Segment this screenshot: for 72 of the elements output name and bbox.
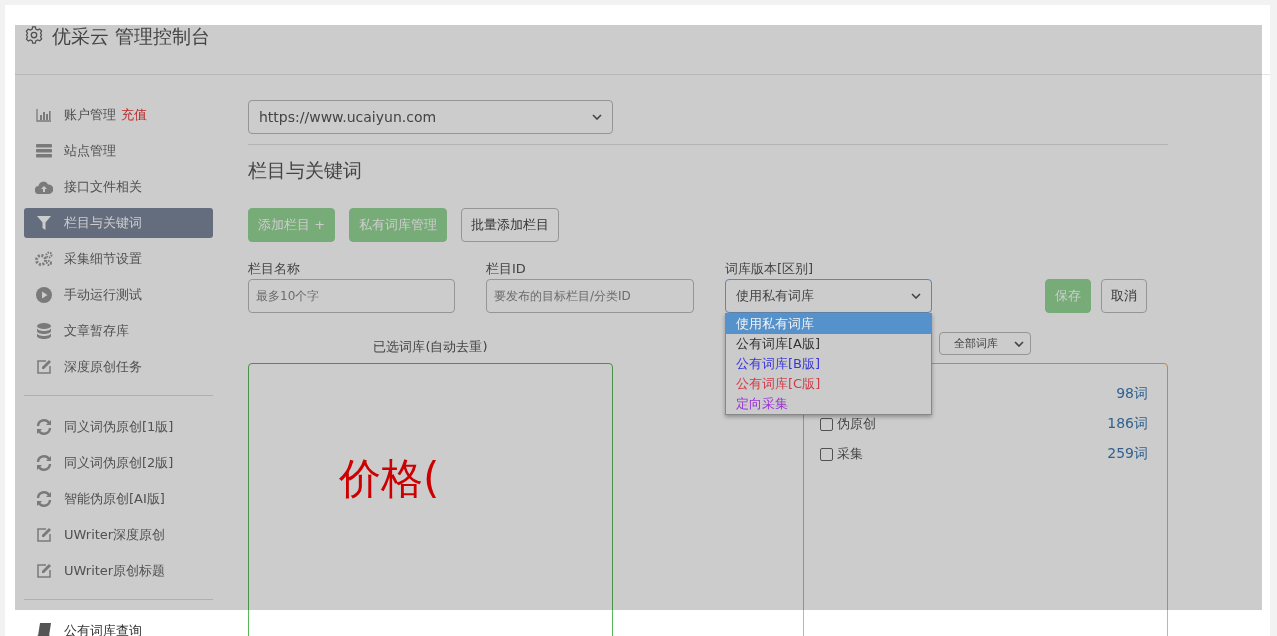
panel-title: 已选词库(自动去重) [372,338,489,356]
sidebar-item-label[interactable]: UWriter原创标题 [64,562,166,580]
library-name: 采集 [837,445,863,463]
sidebar-item[interactable]: 文章暂存库 [24,316,213,346]
sidebar-item-label[interactable]: 同义词伪原创[1版] [64,418,174,436]
edit-icon [36,527,52,543]
bar-chart-icon [36,108,52,122]
sidebar-item[interactable]: 栏目与关键词 [24,208,213,238]
refresh-icon [36,455,52,471]
sidebar-item[interactable]: 采集细节设置 [24,244,213,274]
word-count: 186词 [1107,415,1148,433]
checkbox[interactable] [820,447,833,461]
action-button[interactable]: 批量添加栏目 [461,208,560,242]
dropdown-option[interactable]: 公有词库[B版] [726,354,931,374]
sidebar-item[interactable]: 站点管理 [24,136,213,166]
word-count: 259词 [1107,445,1148,463]
sidebar-item-label[interactable]: 手动运行测试 [64,286,142,304]
text-input[interactable]: 最多10个字 [248,279,455,313]
field-label: 词库版本[区别] [725,260,815,278]
dropdown-option[interactable]: 定向采集 [726,394,931,414]
sidebar-item-label[interactable]: 公有词库查询 [64,622,142,636]
field-label: 栏目名称 [248,260,301,278]
sidebar-item[interactable]: UWriter原创标题 [24,556,213,586]
cloud-upload-icon [35,180,53,194]
database-icon [37,323,51,339]
dropdown-option[interactable]: 公有词库[A版] [726,334,931,354]
sidebar-item-label[interactable]: 智能伪原创[AI版] [64,490,165,508]
sidebar-item-label[interactable]: 接口文件相关 [64,178,142,196]
sidebar-item[interactable]: 接口文件相关 [24,172,213,202]
text-input[interactable]: 要发布的目标栏目/分类ID [486,279,694,313]
sidebar-item-label[interactable]: 采集细节设置 [64,250,142,268]
sidebar-item[interactable]: UWriter深度原创 [24,520,213,550]
sidebar-item[interactable]: 同义词伪原创[2版] [24,448,213,478]
word-count: 98词 [1116,385,1148,403]
refresh-icon [36,419,52,435]
edit-icon [36,563,52,579]
sidebar-item-label[interactable]: 同义词伪原创[2版] [64,454,174,472]
sidebar-item-label[interactable]: 站点管理 [64,142,116,160]
sidebar-item-label[interactable]: 栏目与关键词 [64,214,142,232]
field-label: 栏目ID [486,260,527,278]
sidebar-item[interactable]: 公有词库查询 [24,616,213,636]
play-icon [36,287,52,303]
library-name: 伪原创 [837,415,876,433]
sidebar-item[interactable]: 深度原创任务 [24,352,213,382]
caret-icon [911,293,921,299]
checkbox[interactable] [820,417,833,431]
sidebar-item[interactable]: 同义词伪原创[1版] [24,412,213,442]
dropdown-option[interactable]: 公有词库[C版] [726,374,931,394]
server-icon [36,144,52,158]
sidebar-item[interactable]: 手动运行测试 [24,280,213,310]
refresh-icon [36,491,52,507]
version-select[interactable]: 使用私有词库 [725,279,932,313]
sidebar-item-label[interactable]: 文章暂存库 [64,322,129,340]
sidebar-item-label[interactable]: UWriter深度原创 [64,526,166,544]
recharge-link[interactable]: 充值 [121,106,147,124]
sidebar-item-label[interactable]: 深度原创任务 [64,358,142,376]
library-filter-select[interactable]: 全部词库 [939,332,1031,355]
caret-icon [1014,340,1024,347]
sidebar-item[interactable]: 账户管理 充值 [24,100,213,130]
sidebar-item-label[interactable]: 账户管理 [64,106,116,124]
edit-icon [36,359,52,375]
sidebar-item[interactable]: 智能伪原创[AI版] [24,484,213,514]
dropdown-option[interactable]: 使用私有词库 [726,314,931,334]
filter-icon [37,216,51,230]
typed-text: 价格( [339,454,440,504]
cancel-button[interactable]: 取消 [1101,279,1147,313]
settings-icon [25,26,43,44]
section-title: 栏目与关键词 [248,158,363,183]
book-icon [37,623,51,636]
caret-icon [592,114,602,120]
site-select[interactable]: https://www.ucaiyun.com [248,100,613,134]
app-title: 优采云 管理控制台 [52,25,211,47]
